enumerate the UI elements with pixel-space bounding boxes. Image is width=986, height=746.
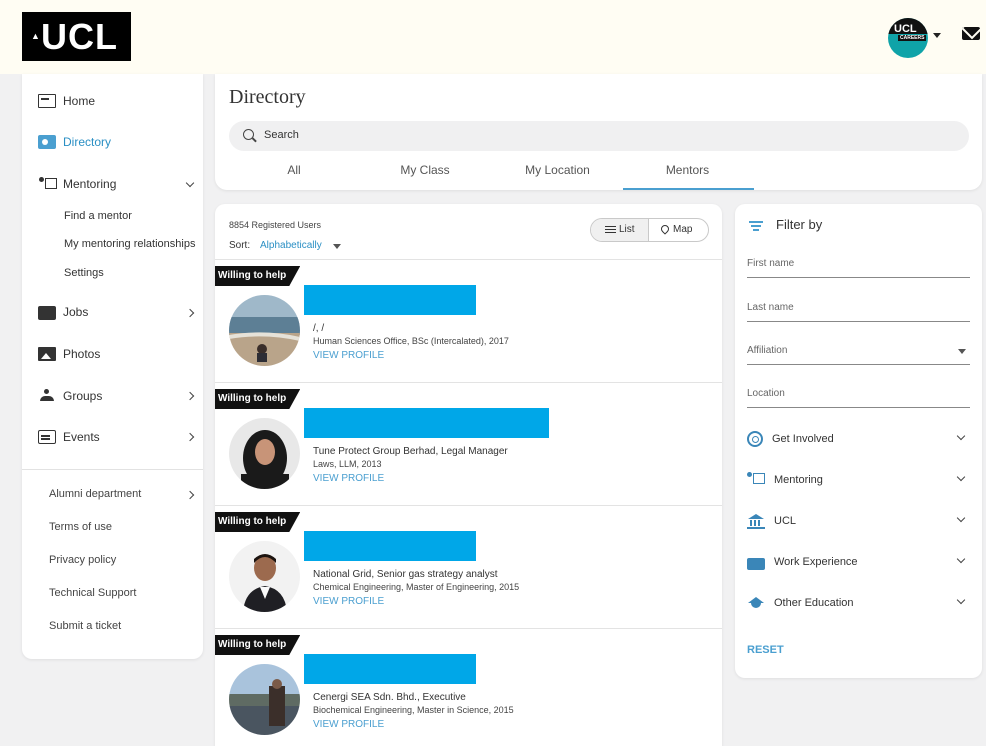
institution-icon xyxy=(747,513,765,529)
chevron-right-icon[interactable] xyxy=(185,391,195,401)
list-item[interactable]: Willing to help /, / Human Sciences Offi… xyxy=(215,259,722,382)
list-item[interactable]: Willing to help Cenergi SEA Sdn. Bhd., E… xyxy=(215,628,722,746)
willing-badge: Willing to help xyxy=(215,512,301,532)
willing-badge: Willing to help xyxy=(215,389,301,409)
search-icon xyxy=(243,129,254,140)
sidebar-item-groups[interactable]: Groups xyxy=(38,386,102,406)
affiliation-select[interactable]: Affiliation xyxy=(747,343,970,365)
reset-button[interactable]: RESET xyxy=(747,644,784,656)
sidebar-item-photos[interactable]: Photos xyxy=(38,344,100,364)
chevron-down-icon xyxy=(956,595,966,605)
jobs-icon xyxy=(38,306,56,320)
sidebar-item-jobs[interactable]: Jobs xyxy=(38,302,88,322)
list-item[interactable]: Willing to help National Grid, Senior ga… xyxy=(215,505,722,628)
sidebar-sub-settings[interactable]: Settings xyxy=(64,267,104,279)
tab-all[interactable]: All xyxy=(273,163,315,177)
avatar[interactable] xyxy=(229,664,300,735)
sidebar: Home Directory Mentoring Find a mentor M… xyxy=(22,74,203,659)
filter-title: Filter by xyxy=(776,217,823,232)
groups-icon xyxy=(38,389,56,403)
mail-icon[interactable] xyxy=(962,27,980,40)
list-item[interactable]: Willing to help Tune Protect Group Berha… xyxy=(215,382,722,505)
sidebar-item-directory[interactable]: Directory xyxy=(38,132,111,152)
filter-section-mentoring[interactable]: Mentoring xyxy=(747,470,970,490)
page-title: Directory xyxy=(229,86,306,108)
sidebar-sub-find-mentor[interactable]: Find a mentor xyxy=(64,210,132,222)
events-icon xyxy=(38,430,56,444)
redacted-name xyxy=(304,531,476,561)
view-toggle: List Map xyxy=(590,218,709,242)
photos-icon xyxy=(38,347,56,361)
tab-my-class[interactable]: My Class xyxy=(395,163,455,177)
chevron-down-icon xyxy=(956,431,966,441)
last-name-field[interactable]: Last name xyxy=(747,300,970,322)
directory-header: Directory Search All My Class My Locatio… xyxy=(215,74,982,190)
willing-badge: Willing to help xyxy=(215,266,301,286)
filter-section-get-involved[interactable]: Get Involved xyxy=(747,429,970,449)
redacted-name xyxy=(304,654,476,684)
redacted-name xyxy=(304,285,476,315)
filter-section-work-experience[interactable]: Work Experience xyxy=(747,552,970,572)
list-view-button[interactable]: List xyxy=(591,219,649,241)
map-pin-icon xyxy=(659,223,671,236)
tab-my-location[interactable]: My Location xyxy=(520,163,595,177)
home-icon xyxy=(38,94,56,108)
footer-link-alumni-department[interactable]: Alumni department xyxy=(49,488,141,500)
chevron-right-icon[interactable] xyxy=(185,490,195,500)
caret-down-icon[interactable] xyxy=(933,33,941,38)
sidebar-divider xyxy=(22,469,203,470)
sidebar-sub-my-relationships[interactable]: My mentoring relationships xyxy=(64,238,195,250)
view-profile-link[interactable]: VIEW PROFILE xyxy=(313,719,384,730)
avatar[interactable] xyxy=(229,295,300,366)
filter-panel: Filter by First name Last name Affiliati… xyxy=(735,204,982,678)
view-profile-link[interactable]: VIEW PROFILE xyxy=(313,350,384,361)
lifebuoy-icon xyxy=(747,431,763,447)
redacted-name xyxy=(304,408,549,438)
top-bar: ▲ UCL UCL CAREERS xyxy=(0,0,986,74)
filter-icon xyxy=(749,221,763,231)
footer-link-support[interactable]: Technical Support xyxy=(49,587,136,599)
list-icon xyxy=(605,225,616,233)
chevron-down-icon xyxy=(956,472,966,482)
tab-mentors[interactable]: Mentors xyxy=(655,163,720,177)
view-profile-link[interactable]: VIEW PROFILE xyxy=(313,596,384,607)
mentoring-icon xyxy=(747,472,765,488)
search-input[interactable]: Search xyxy=(229,121,969,151)
user-avatar[interactable]: UCL CAREERS xyxy=(888,18,928,58)
avatar[interactable] xyxy=(229,541,300,612)
sidebar-item-mentoring[interactable]: Mentoring xyxy=(38,174,198,194)
mentoring-icon xyxy=(38,177,57,191)
portico-icon: ▲ xyxy=(31,31,41,41)
chevron-right-icon[interactable] xyxy=(185,308,195,318)
results-list: 8854 Registered Users Sort: Alphabetical… xyxy=(215,204,722,746)
graduation-cap-icon xyxy=(747,595,765,611)
footer-link-terms[interactable]: Terms of use xyxy=(49,521,112,533)
registered-count: 8854 Registered Users xyxy=(229,220,322,230)
avatar[interactable] xyxy=(229,418,300,489)
caret-down-icon xyxy=(958,349,966,354)
map-view-button[interactable]: Map xyxy=(649,219,708,241)
active-tab-indicator xyxy=(623,188,754,190)
chevron-right-icon[interactable] xyxy=(185,432,195,442)
footer-link-privacy[interactable]: Privacy policy xyxy=(49,554,116,566)
briefcase-icon xyxy=(747,558,765,570)
footer-link-submit-ticket[interactable]: Submit a ticket xyxy=(49,620,121,632)
first-name-field[interactable]: First name xyxy=(747,256,970,278)
filter-section-other-education[interactable]: Other Education xyxy=(747,593,970,613)
view-profile-link[interactable]: VIEW PROFILE xyxy=(313,473,384,484)
location-field[interactable]: Location xyxy=(747,386,970,408)
chevron-down-icon xyxy=(956,513,966,523)
sidebar-item-home[interactable]: Home xyxy=(38,91,95,111)
caret-down-icon[interactable] xyxy=(333,244,341,249)
ucl-logo[interactable]: ▲ UCL xyxy=(22,12,131,61)
directory-icon xyxy=(38,135,56,149)
chevron-down-icon xyxy=(956,554,966,564)
sort-dropdown[interactable]: Alphabetically xyxy=(260,240,322,251)
sidebar-item-events[interactable]: Events xyxy=(38,427,100,447)
willing-badge: Willing to help xyxy=(215,635,301,655)
filter-section-ucl[interactable]: UCL xyxy=(747,511,970,531)
sort-label: Sort: xyxy=(229,240,251,251)
